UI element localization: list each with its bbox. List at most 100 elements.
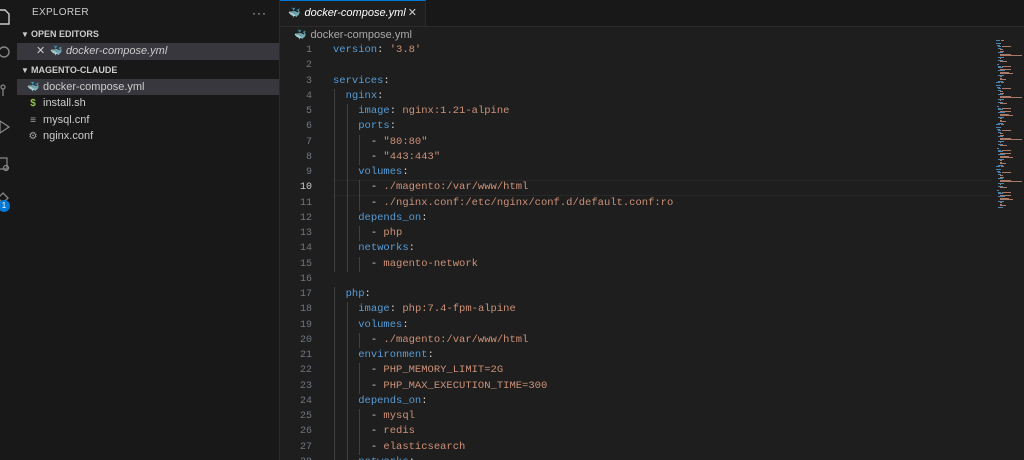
file-item-install[interactable]: $ install.sh bbox=[17, 95, 279, 112]
indent-guide bbox=[334, 226, 335, 242]
code-line[interactable]: php: bbox=[333, 287, 992, 303]
yaml-punctuation: - bbox=[370, 410, 384, 422]
code-editor[interactable]: 1 2 3 4 5 6 7 8 9 10 11 12 13 14 15 16 17 18 19 20 21 22 23 24 2… bbox=[280, 43, 992, 460]
yaml-punctuation: : bbox=[389, 105, 403, 117]
indent-guide bbox=[334, 409, 335, 425]
chevron-down-icon: ▼ bbox=[21, 65, 29, 75]
indent-guide bbox=[346, 439, 348, 455]
code-line[interactable]: depends_on: bbox=[333, 393, 992, 409]
minimap-line bbox=[1002, 46, 1011, 47]
line-number: 15 bbox=[299, 258, 312, 270]
breadcrumb[interactable]: 🐳 docker-compose.yml bbox=[280, 27, 412, 43]
indent-guide bbox=[346, 119, 348, 135]
indent-guide bbox=[359, 180, 361, 196]
file-name: nginx.conf bbox=[43, 130, 94, 142]
remote-explorer-icon[interactable] bbox=[0, 155, 12, 173]
indent-guide bbox=[334, 210, 335, 226]
source-control-icon[interactable] bbox=[0, 82, 12, 100]
code-line[interactable]: volumes: bbox=[333, 317, 992, 333]
indent-guide bbox=[346, 149, 348, 165]
search-icon[interactable] bbox=[0, 44, 12, 62]
code-line[interactable] bbox=[333, 58, 992, 73]
code-line[interactable]: - ./magento:/var/www/html bbox=[333, 332, 992, 348]
file-item-docker-compose[interactable]: 🐳 docker-compose.yml bbox=[17, 78, 279, 95]
yaml-punctuation: : bbox=[402, 166, 409, 178]
line-number: 3 bbox=[305, 75, 312, 87]
dollar-icon: $ bbox=[30, 98, 36, 109]
code-line[interactable]: nginx: bbox=[333, 88, 992, 104]
close-icon[interactable]: ✕ bbox=[36, 43, 45, 60]
code-line[interactable]: depends_on: bbox=[333, 210, 992, 226]
tab-label: docker-compose.yml bbox=[304, 7, 406, 19]
line-number: 5 bbox=[305, 106, 312, 117]
code-line[interactable]: ports: bbox=[333, 119, 992, 135]
code-line[interactable]: volumes: bbox=[333, 165, 992, 181]
indent-guide bbox=[359, 378, 361, 394]
yaml-value: ./nginx.conf:/etc/nginx/conf.d/default.c… bbox=[383, 196, 674, 209]
code-line[interactable]: networks: bbox=[333, 241, 992, 257]
yaml-value: ./magento:/var/www/html bbox=[383, 181, 529, 194]
minimap-line bbox=[996, 166, 1001, 167]
minimap-line bbox=[1001, 166, 1004, 167]
minimap[interactable] bbox=[992, 40, 1024, 210]
code-line[interactable]: - "443:443" bbox=[333, 149, 992, 165]
code-line[interactable]: environment: bbox=[333, 348, 992, 364]
explorer-sidebar: EXPLORER ··· ▼ OPEN EDITORS ✕ 🐳 docker-com… bbox=[17, 0, 280, 460]
yaml-key: image bbox=[358, 303, 390, 316]
indent-guide bbox=[334, 439, 335, 455]
yaml-key: nginx bbox=[345, 89, 378, 102]
code-line[interactable]: - magento-network bbox=[333, 256, 992, 272]
indent-guide bbox=[334, 332, 335, 348]
code-area[interactable]: version: '3.8' services: nginx: image: ng… bbox=[333, 43, 992, 460]
code-line[interactable]: - php bbox=[333, 226, 992, 242]
code-line[interactable]: image: php:7.4-fpm-alpine bbox=[333, 302, 992, 318]
yaml-key: services bbox=[333, 74, 384, 87]
yaml-punctuation: - bbox=[370, 425, 384, 438]
minimap-line bbox=[1002, 88, 1011, 89]
yaml-value: mysql bbox=[383, 410, 415, 422]
files-icon[interactable] bbox=[0, 8, 12, 26]
indent-guide bbox=[346, 180, 348, 196]
indent-guide bbox=[346, 409, 348, 425]
code-line[interactable]: - ./nginx.conf:/etc/nginx/conf.d/default… bbox=[333, 195, 992, 211]
code-line[interactable] bbox=[333, 272, 992, 287]
yaml-value: PHP_MEMORY_LIMIT=2G bbox=[383, 364, 504, 377]
open-editors-section[interactable]: ▼ OPEN EDITORS bbox=[17, 26, 279, 43]
open-editor-item[interactable]: ✕ 🐳 docker-compose.yml bbox=[17, 43, 279, 60]
file-item-nginx[interactable]: ⚙ nginx.conf bbox=[17, 128, 279, 145]
minimap-line bbox=[1002, 172, 1011, 173]
yaml-punctuation: - bbox=[370, 333, 384, 346]
line-number: 21 bbox=[299, 350, 312, 361]
project-section[interactable]: ▼ MAGENTO-CLAUDE bbox=[17, 62, 279, 79]
indent-guide bbox=[346, 195, 348, 211]
indent-guide bbox=[334, 241, 335, 257]
minimap-line bbox=[996, 124, 1001, 125]
more-actions-icon[interactable]: ··· bbox=[252, 0, 267, 26]
run-debug-icon[interactable] bbox=[0, 118, 12, 136]
code-line[interactable]: - PHP_MAX_EXECUTION_TIME=300 bbox=[333, 378, 992, 394]
code-line[interactable]: - "80:80" bbox=[333, 134, 992, 150]
project-label: MAGENTO-CLAUDE bbox=[31, 64, 118, 75]
tab-docker-compose[interactable]: 🐳 docker-compose.yml ✕ bbox=[280, 0, 426, 26]
config-lines-icon: ≡ bbox=[30, 114, 36, 126]
code-line[interactable]: - mysql bbox=[333, 409, 992, 425]
minimap-line bbox=[1001, 40, 1004, 41]
code-line[interactable]: image: nginx:1.21-alpine bbox=[333, 104, 992, 120]
whale-icon: 🐳 bbox=[288, 8, 301, 19]
line-number: 4 bbox=[305, 90, 312, 102]
close-icon[interactable]: ✕ bbox=[408, 1, 417, 26]
code-line[interactable]: - redis bbox=[333, 424, 992, 440]
code-line[interactable]: services: bbox=[333, 74, 992, 89]
yaml-key: volumes bbox=[358, 318, 403, 331]
indent-guide bbox=[334, 302, 335, 318]
file-item-mysql[interactable]: ≡ mysql.cnf bbox=[17, 112, 279, 129]
code-line[interactable]: - elasticsearch bbox=[333, 439, 992, 455]
code-line[interactable]: - ./magento:/var/www/html bbox=[333, 180, 992, 196]
code-line[interactable]: networks: bbox=[333, 454, 992, 460]
code-line[interactable]: version: '3.8' bbox=[333, 43, 992, 58]
explorer-title: EXPLORER bbox=[32, 7, 89, 18]
yaml-punctuation: - bbox=[370, 135, 384, 148]
code-line[interactable]: - PHP_MEMORY_LIMIT=2G bbox=[333, 363, 992, 379]
yaml-value: php bbox=[383, 227, 403, 239]
